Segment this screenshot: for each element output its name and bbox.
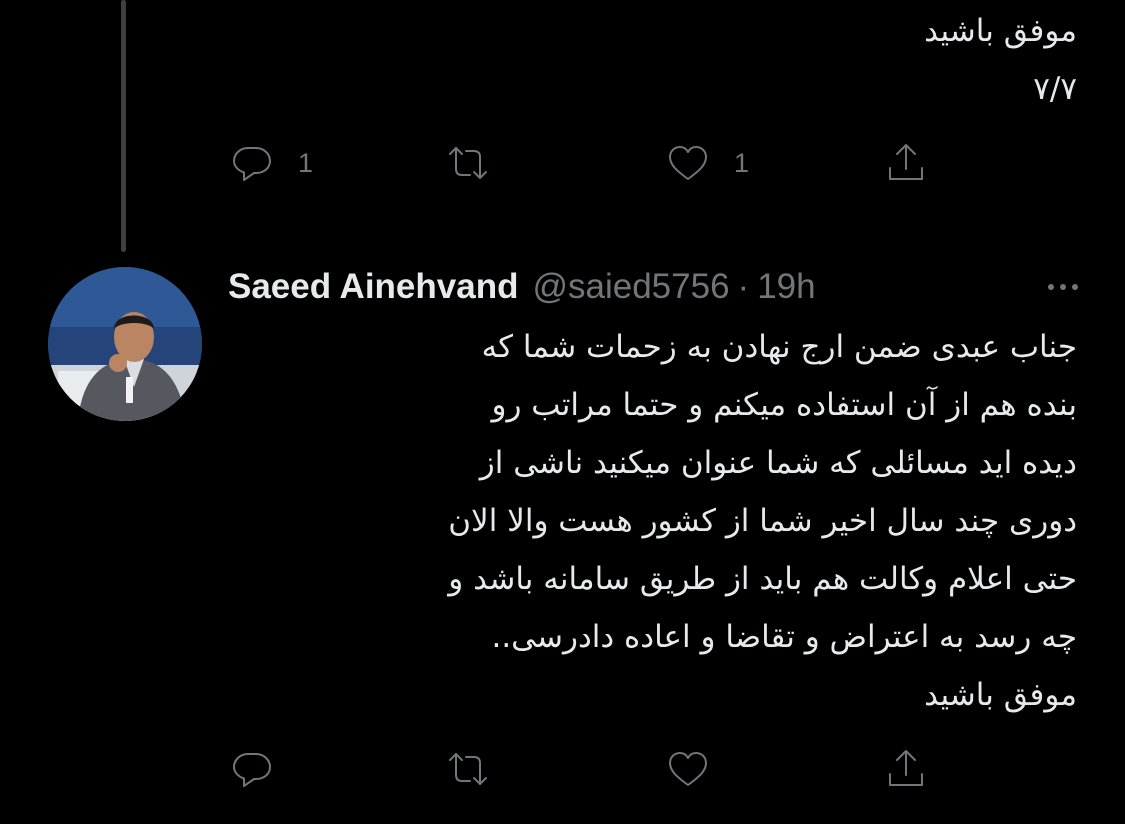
- tweet-line: دیده اید مسائلی که شما عنوان میکنید ناشی…: [479, 445, 1077, 481]
- reply-button[interactable]: 1: [228, 133, 313, 193]
- retweet-button[interactable]: [444, 133, 514, 193]
- tweet-text: جناب عبدی ضمن ارج نهادن به زحمات شما که …: [217, 318, 1077, 724]
- retweet-icon: [449, 147, 487, 179]
- reply-icon: [233, 147, 271, 181]
- like-button[interactable]: 1: [664, 133, 749, 193]
- reply-button[interactable]: [228, 739, 298, 799]
- previous-tweet-line: موفق باشید: [924, 13, 1077, 49]
- share-button[interactable]: [882, 133, 930, 193]
- tweet-line: چه رسد به اعتراض و تقاضا و اعاده دادرسی.…: [491, 619, 1077, 655]
- previous-tweet-action-bar: 1 1: [228, 133, 948, 193]
- like-icon: [669, 752, 707, 786]
- retweet-icon: [449, 753, 487, 785]
- more-options-button[interactable]: [1048, 262, 1078, 312]
- tweet-line: بنده هم از آن استفاده میکنم و حتما مراتب…: [491, 387, 1078, 423]
- more-icon: [1060, 284, 1066, 290]
- previous-tweet-text: موفق باشید ۷/۷: [237, 2, 1077, 118]
- timestamp[interactable]: 19h: [757, 267, 815, 307]
- separator-dot: ·: [737, 267, 750, 306]
- tweet-action-bar: [228, 739, 948, 799]
- avatar[interactable]: [48, 267, 202, 421]
- share-icon: [889, 750, 923, 786]
- tweet-header: Saeed Ainehvand @saied5756 · 19h: [228, 262, 1078, 312]
- reply-count: 1: [298, 147, 314, 178]
- retweet-button[interactable]: [444, 739, 514, 799]
- like-count: 1: [734, 147, 750, 178]
- share-icon: [889, 144, 923, 180]
- previous-tweet-line: ۷/۷: [1033, 71, 1077, 107]
- avatar-photo: [48, 267, 202, 421]
- more-icon: [1072, 284, 1078, 290]
- thread-connector-line: [121, 0, 126, 252]
- tweet-line: حتی اعلام وکالت هم باید از طریق سامانه ب…: [448, 561, 1077, 597]
- display-name[interactable]: Saeed Ainehvand: [228, 267, 518, 307]
- more-icon: [1048, 284, 1054, 290]
- user-handle[interactable]: @saied5756: [532, 267, 729, 307]
- tweet-line: دوری چند سال اخیر شما از کشور هست والا ا…: [448, 503, 1077, 539]
- like-button[interactable]: [664, 739, 734, 799]
- tweet-line: موفق باشید: [924, 677, 1077, 713]
- reply-icon: [233, 753, 271, 787]
- tweet-line: جناب عبدی ضمن ارج نهادن به زحمات شما که: [481, 329, 1077, 365]
- like-icon: [669, 146, 707, 180]
- share-button[interactable]: [882, 739, 930, 799]
